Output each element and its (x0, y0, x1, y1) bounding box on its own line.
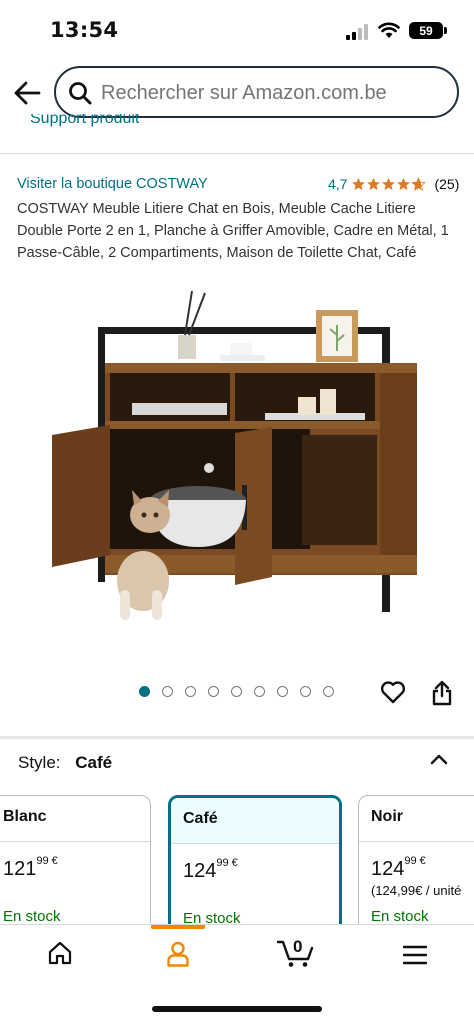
swatch-stock: En stock (3, 908, 61, 925)
status-time: 13:54 (50, 18, 119, 42)
divider (0, 153, 474, 154)
home-icon[interactable] (47, 941, 73, 965)
wifi-icon (378, 22, 400, 38)
product-image[interactable] (40, 285, 440, 635)
account-icon[interactable] (166, 941, 190, 967)
battery-indicator: 59 (409, 22, 447, 39)
swatch-stock: En stock (371, 908, 429, 925)
share-icon[interactable] (431, 680, 453, 706)
carousel-dot[interactable] (162, 686, 173, 697)
star-icon (397, 177, 411, 191)
product-title: COSTWAY Meuble Litiere Chat en Bois, Meu… (17, 201, 449, 261)
carousel-dot[interactable] (323, 686, 334, 697)
nav-active-indicator (151, 925, 205, 929)
search-input[interactable] (101, 82, 441, 105)
swatch-cafe[interactable]: Café 12499 € En stock (168, 795, 342, 935)
swatch-unit-price: (124,99€ / unité (371, 883, 462, 898)
swatch-name: Café (171, 798, 339, 844)
rating-value: 4,7 (328, 176, 348, 192)
star-half-icon (411, 177, 427, 191)
search-icon (69, 82, 92, 105)
swatch-noir[interactable]: Noir 12499 € (124,99€ / unité En stock (358, 795, 474, 935)
style-label: Style: (18, 753, 61, 772)
home-indicator (152, 1006, 322, 1012)
menu-icon[interactable] (403, 945, 427, 965)
carousel-dot[interactable] (231, 686, 242, 697)
back-arrow-icon[interactable] (13, 80, 41, 106)
carousel-dot[interactable] (139, 686, 150, 697)
chevron-up-icon[interactable] (430, 752, 448, 766)
star-icon (382, 177, 396, 191)
star-icon (367, 177, 381, 191)
star-icon (352, 177, 366, 191)
carousel-dot[interactable] (300, 686, 311, 697)
cellular-signal-icon (346, 24, 368, 40)
carousel-dot[interactable] (277, 686, 288, 697)
header (0, 62, 474, 122)
carousel-dot[interactable] (208, 686, 219, 697)
support-link[interactable]: Support produit (30, 114, 139, 136)
status-bar: 13:54 59 (0, 0, 474, 60)
style-selector[interactable]: Style: Café (18, 753, 112, 773)
swatch-name: Blanc (0, 796, 150, 842)
rating[interactable]: 4,7 (25) (328, 176, 459, 192)
swatch-blanc[interactable]: Blanc 12199 € En stock (0, 795, 151, 935)
rating-stars (351, 177, 427, 191)
rating-count: (25) (434, 176, 460, 192)
swatch-name: Noir (359, 796, 474, 842)
swatch-price: 12499 € (371, 855, 426, 880)
carousel-dot[interactable] (185, 686, 196, 697)
cart-count: 0 (293, 937, 303, 956)
swatch-price: 12499 € (183, 857, 238, 882)
style-value: Café (75, 753, 113, 772)
heart-icon[interactable] (380, 680, 406, 704)
swatch-price: 12199 € (3, 855, 58, 880)
search-box[interactable] (54, 66, 459, 118)
carousel-dot[interactable] (254, 686, 265, 697)
image-carousel-dots (139, 686, 334, 697)
brand-store-link[interactable]: Visiter la boutique COSTWAY (17, 176, 208, 192)
divider (0, 736, 474, 739)
